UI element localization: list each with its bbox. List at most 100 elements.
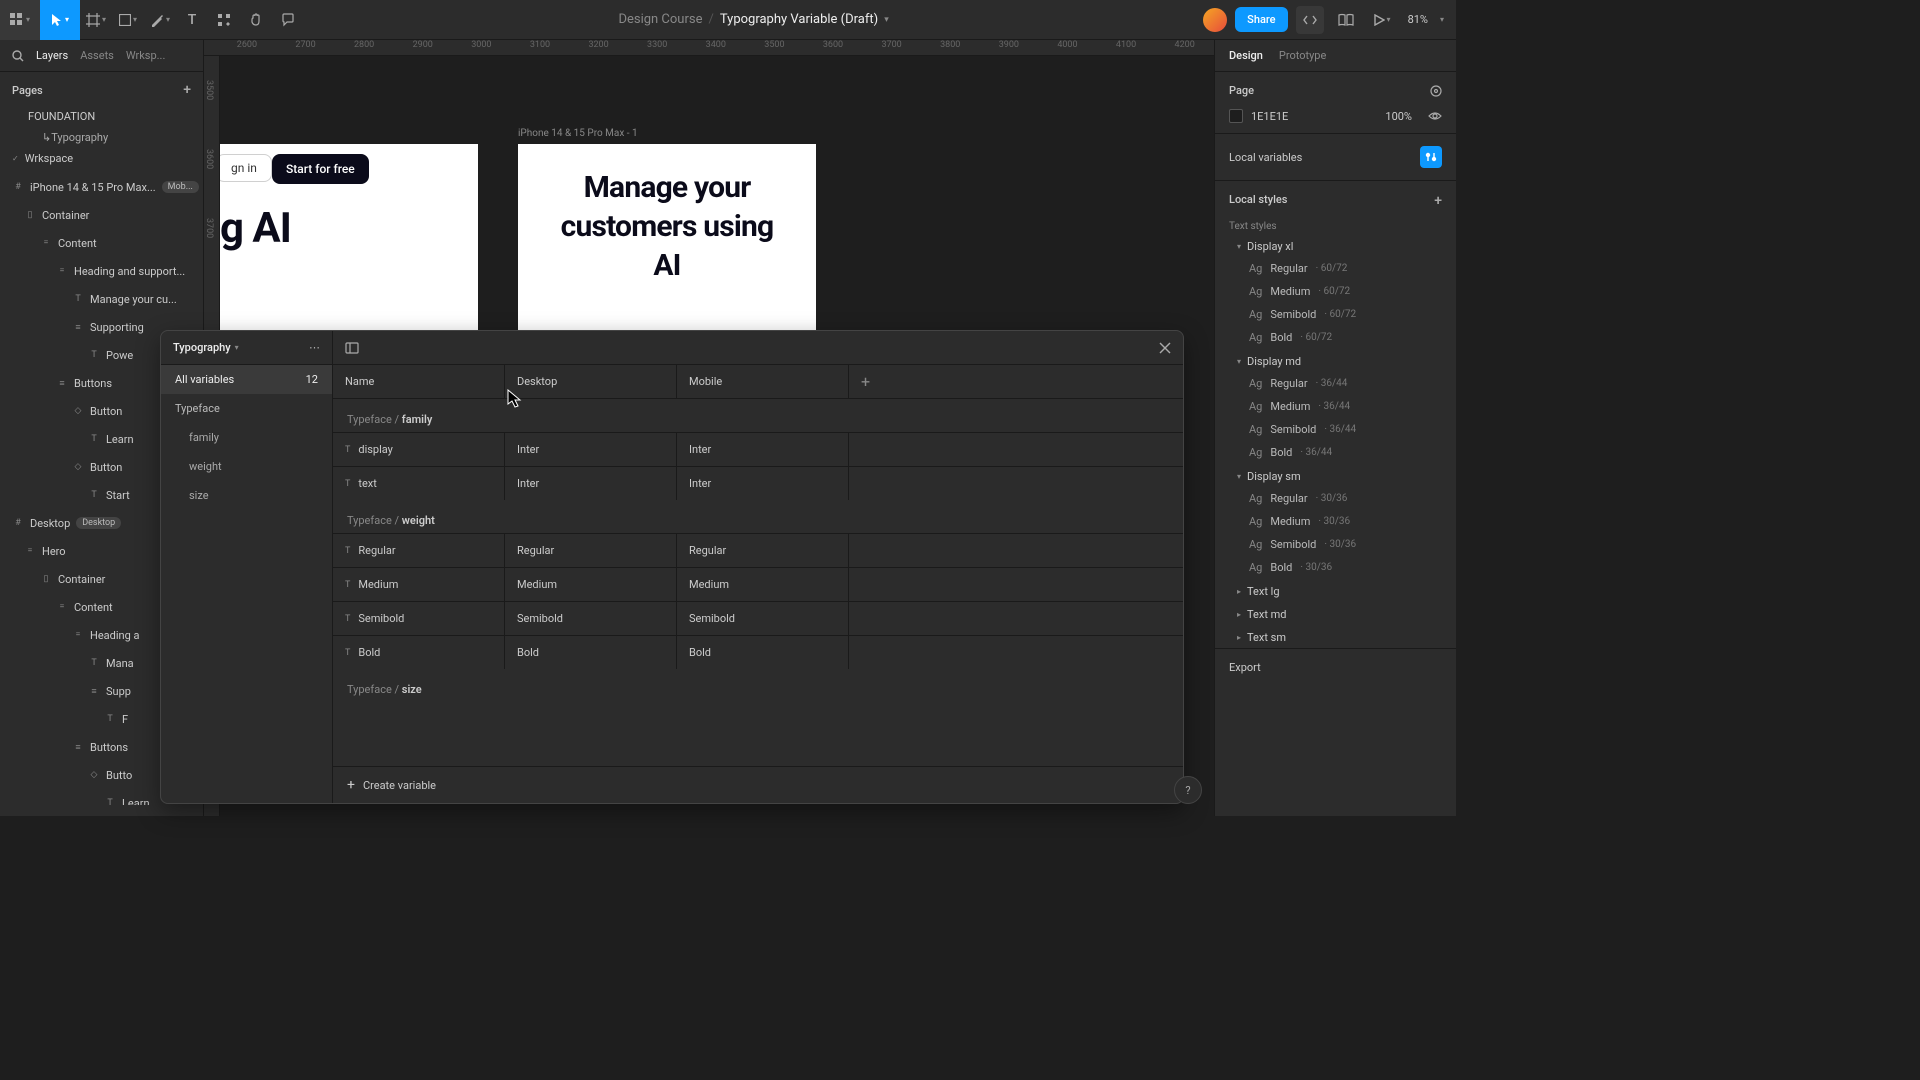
- frame-iphone[interactable]: Manage your customers using AI: [518, 144, 816, 334]
- variable-group-header: Typeface / weight: [333, 500, 1183, 533]
- tab-layers[interactable]: Layers: [36, 49, 68, 62]
- var-group-weight[interactable]: weight: [161, 452, 332, 481]
- toolbar-right: Share ▾ 81% ▾: [1203, 6, 1456, 34]
- style-group[interactable]: ▾Display md: [1215, 349, 1456, 372]
- frame-tool[interactable]: ▾: [80, 0, 112, 40]
- var-group-size[interactable]: size: [161, 481, 332, 510]
- color-swatch[interactable]: [1229, 109, 1243, 123]
- tab-assets[interactable]: Assets: [80, 49, 114, 62]
- text-style-row[interactable]: AgRegular· 36/44: [1215, 372, 1456, 395]
- variable-row[interactable]: TtextInterInter: [333, 466, 1183, 500]
- col-desktop[interactable]: Desktop: [505, 365, 677, 398]
- style-group[interactable]: ▾Display sm: [1215, 464, 1456, 487]
- visibility-icon[interactable]: [1428, 111, 1442, 121]
- add-page-button[interactable]: +: [183, 82, 191, 98]
- text-style-row[interactable]: AgBold· 60/72: [1215, 326, 1456, 349]
- layer-row[interactable]: TManage your cu...: [0, 285, 203, 313]
- export-section[interactable]: Export: [1215, 648, 1456, 686]
- frame-desktop-partial[interactable]: gn in Start for free g AI: [220, 144, 478, 334]
- text-tool[interactable]: T: [176, 0, 208, 40]
- chevron-down-icon[interactable]: ▾: [884, 15, 889, 25]
- layer-type-icon: T: [104, 714, 116, 724]
- variable-row[interactable]: TBoldBoldBold: [333, 635, 1183, 669]
- open-variables-button[interactable]: [1420, 146, 1442, 168]
- layer-row[interactable]: =Content: [0, 229, 203, 257]
- text-style-row[interactable]: AgRegular· 60/72: [1215, 257, 1456, 280]
- style-group[interactable]: ▸Text lg: [1215, 579, 1456, 602]
- resources-tool[interactable]: [208, 0, 240, 40]
- layer-row[interactable]: #iPhone 14 & 15 Pro Max...Mob...: [0, 173, 203, 201]
- opacity-value[interactable]: 100%: [1385, 110, 1412, 123]
- text-type-icon: T: [345, 546, 350, 556]
- page-color-row[interactable]: 1E1E1E 100%: [1215, 103, 1456, 134]
- text-style-row[interactable]: AgBold· 30/36: [1215, 556, 1456, 579]
- layer-row[interactable]: =Heading and support...: [0, 257, 203, 285]
- add-mode-button[interactable]: +: [849, 365, 1183, 398]
- topbar: ▾ ▾ ▾ ▾ ▾ T Design Course / Typography V…: [0, 0, 1456, 40]
- more-icon[interactable]: ⋯: [309, 341, 320, 354]
- style-group[interactable]: ▸Text sm: [1215, 625, 1456, 648]
- page-settings-icon[interactable]: [1430, 85, 1442, 97]
- frame-label[interactable]: iPhone 14 & 15 Pro Max - 1: [518, 128, 638, 139]
- hand-tool[interactable]: [240, 0, 272, 40]
- text-style-row[interactable]: AgSemibold· 60/72: [1215, 303, 1456, 326]
- ag-preview-icon: Ag: [1249, 400, 1262, 413]
- col-mobile[interactable]: Mobile: [677, 365, 849, 398]
- text-style-row[interactable]: AgMedium· 60/72: [1215, 280, 1456, 303]
- sidebar-toggle-icon[interactable]: [345, 342, 359, 354]
- all-variables-row[interactable]: All variables 12: [161, 365, 332, 394]
- variable-row[interactable]: TRegularRegularRegular: [333, 533, 1183, 567]
- text-style-row[interactable]: AgRegular· 30/36: [1215, 487, 1456, 510]
- project-name[interactable]: Design Course: [618, 12, 702, 27]
- color-hex[interactable]: 1E1E1E: [1251, 110, 1288, 123]
- page-item[interactable]: ✓Wrkspace: [0, 148, 203, 169]
- menu-button[interactable]: ▾: [0, 0, 40, 40]
- variable-row[interactable]: TMediumMediumMedium: [333, 567, 1183, 601]
- library-icon[interactable]: [1332, 6, 1360, 34]
- pen-tool[interactable]: ▾: [144, 0, 176, 40]
- layer-row[interactable]: ▯Container: [0, 201, 203, 229]
- variable-row[interactable]: TdisplayInterInter: [333, 432, 1183, 466]
- var-group-family[interactable]: family: [161, 423, 332, 452]
- ag-preview-icon: Ag: [1249, 285, 1262, 298]
- local-styles-header: Local styles +: [1215, 181, 1456, 215]
- shape-tool[interactable]: ▾: [112, 0, 144, 40]
- add-style-button[interactable]: +: [1434, 193, 1442, 209]
- tab-workspace[interactable]: Wrksp...: [126, 49, 166, 62]
- dev-mode-toggle[interactable]: [1296, 6, 1324, 34]
- style-group[interactable]: ▾Display xl: [1215, 234, 1456, 257]
- page-item[interactable]: ↳Typography: [0, 127, 203, 148]
- pages-label: Pages: [12, 84, 43, 97]
- user-avatar[interactable]: [1203, 8, 1227, 32]
- create-variable-button[interactable]: + Create variable: [333, 766, 1183, 803]
- comment-tool[interactable]: [272, 0, 304, 40]
- present-button[interactable]: ▾: [1368, 6, 1396, 34]
- text-style-row[interactable]: AgMedium· 30/36: [1215, 510, 1456, 533]
- style-group[interactable]: ▸Text md: [1215, 602, 1456, 625]
- page-item[interactable]: FOUNDATION: [0, 106, 203, 127]
- var-group-typeface[interactable]: Typeface: [161, 394, 332, 423]
- chevron-down-icon[interactable]: ▾: [235, 343, 239, 352]
- tab-prototype[interactable]: Prototype: [1279, 49, 1326, 62]
- text-style-row[interactable]: AgSemibold· 36/44: [1215, 418, 1456, 441]
- ag-preview-icon: Ag: [1249, 538, 1262, 551]
- ag-preview-icon: Ag: [1249, 308, 1262, 321]
- help-button[interactable]: ?: [1174, 776, 1202, 804]
- breadcrumb: Design Course / Typography Variable (Dra…: [304, 12, 1203, 27]
- move-tool[interactable]: ▾: [40, 0, 80, 40]
- chevron-down-icon[interactable]: ▾: [1440, 15, 1444, 24]
- tab-design[interactable]: Design: [1229, 49, 1263, 62]
- search-icon[interactable]: [12, 50, 24, 62]
- text-style-row[interactable]: AgMedium· 36/44: [1215, 395, 1456, 418]
- variable-row[interactable]: TSemiboldSemiboldSemibold: [333, 601, 1183, 635]
- close-icon[interactable]: [1159, 342, 1171, 354]
- zoom-level[interactable]: 81%: [1404, 13, 1432, 26]
- file-name[interactable]: Typography Variable (Draft): [720, 12, 878, 27]
- share-button[interactable]: Share: [1235, 7, 1287, 32]
- text-style-row[interactable]: AgBold· 36/44: [1215, 441, 1456, 464]
- layer-type-icon: ▯: [40, 574, 52, 584]
- text-style-row[interactable]: AgSemibold· 30/36: [1215, 533, 1456, 556]
- variables-body: Typeface / familyTdisplayInterInterTtext…: [333, 399, 1183, 766]
- variables-collection-header: Typography▾ ⋯: [161, 331, 332, 365]
- ag-preview-icon: Ag: [1249, 331, 1262, 344]
